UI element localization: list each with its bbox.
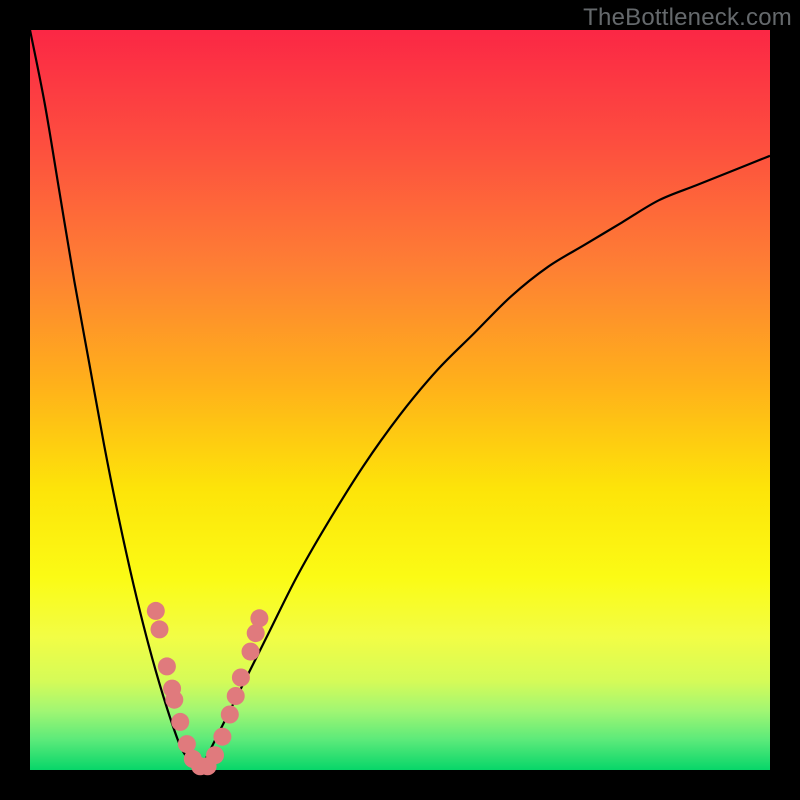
watermark-text: TheBottleneck.com <box>583 4 792 32</box>
marker-dot <box>206 746 224 764</box>
marker-dot <box>232 669 250 687</box>
curve-layer <box>30 30 770 770</box>
marker-dot <box>158 657 176 675</box>
marker-dot <box>151 620 169 638</box>
marker-dot <box>147 602 165 620</box>
marker-dot <box>165 691 183 709</box>
marker-dot <box>242 643 260 661</box>
marker-dot <box>227 687 245 705</box>
marker-group <box>147 602 269 775</box>
marker-dot <box>221 706 239 724</box>
marker-dot <box>250 609 268 627</box>
marker-dot <box>213 728 231 746</box>
marker-dot <box>171 713 189 731</box>
curve-left <box>30 30 200 770</box>
curve-right <box>200 156 770 770</box>
chart-frame: TheBottleneck.com <box>0 0 800 800</box>
